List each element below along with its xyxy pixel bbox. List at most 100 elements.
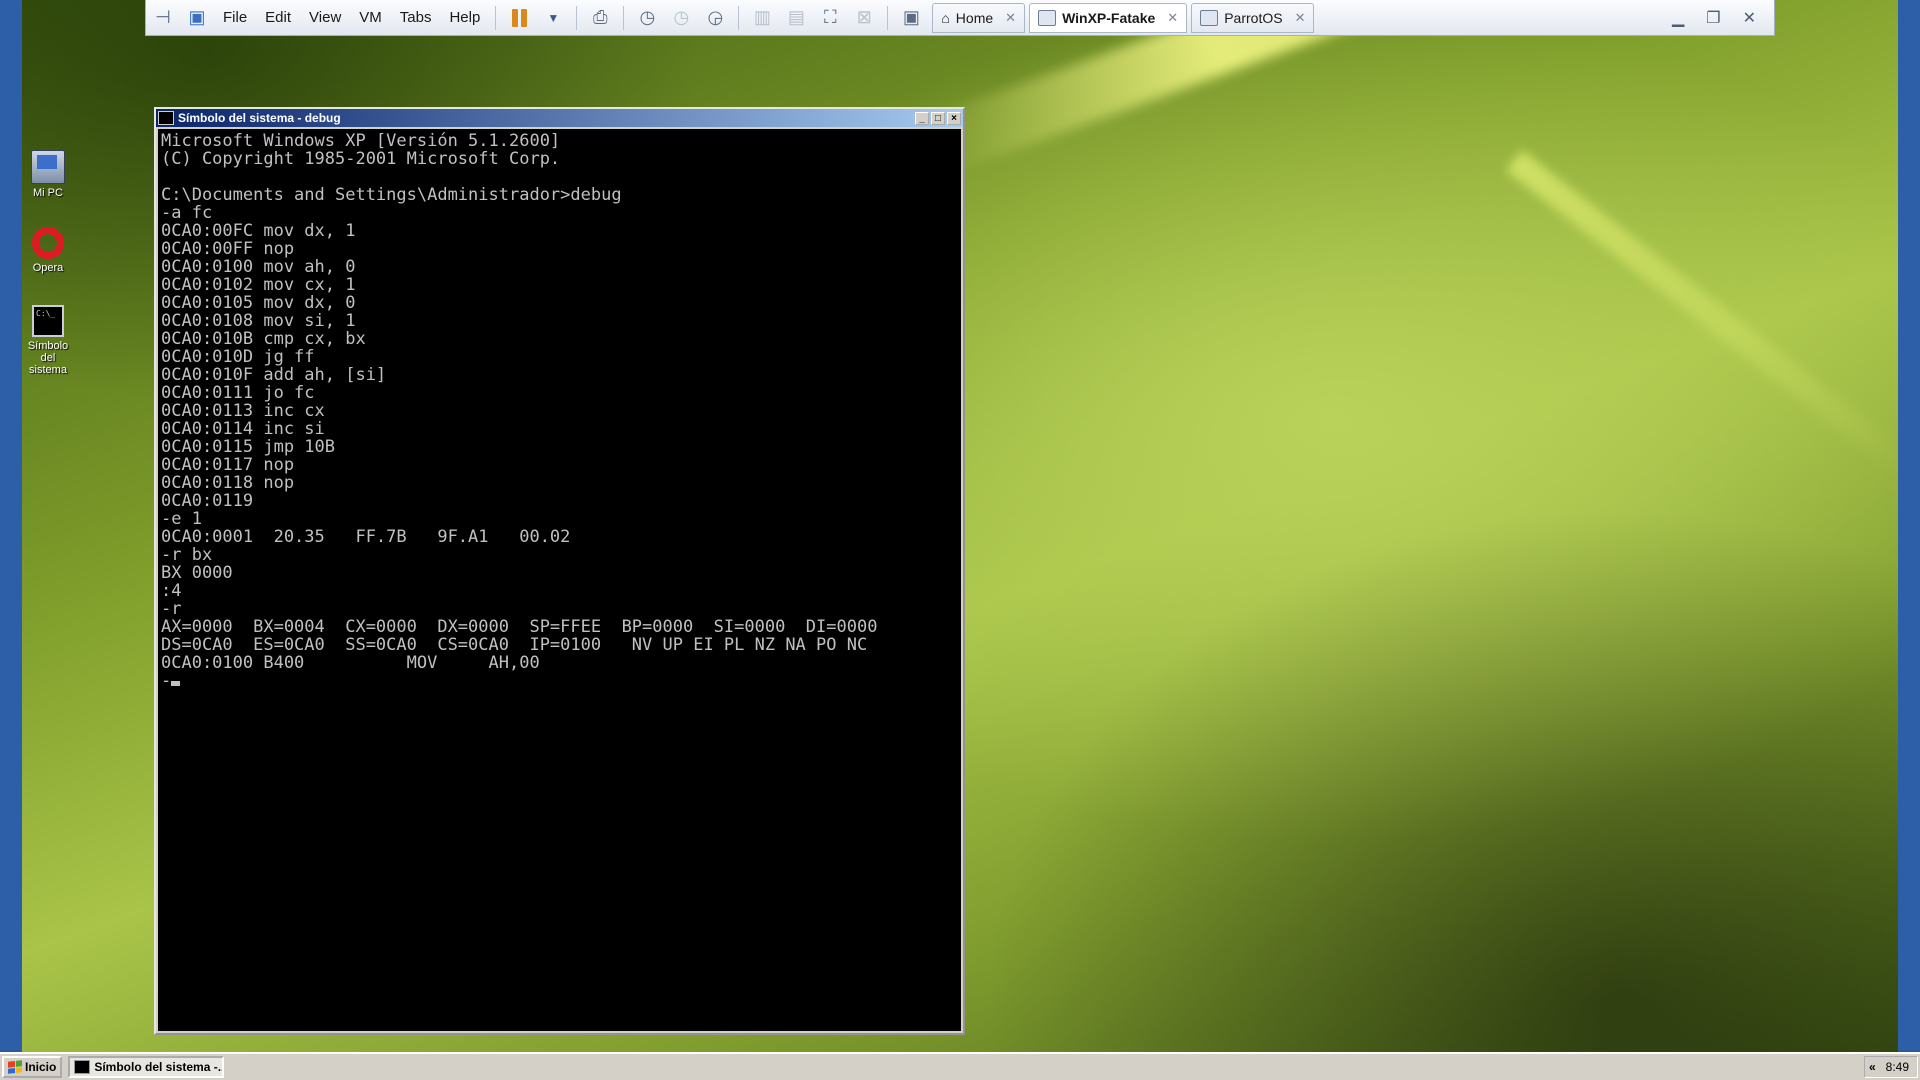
- minimize-icon[interactable]: ▁: [1672, 8, 1684, 28]
- host-frame-left: [0, 0, 22, 1050]
- vm-icon: [1200, 9, 1219, 26]
- console-line: 0CA0:010F add ah, [si]: [161, 365, 387, 385]
- windows-logo-icon: [8, 1060, 22, 1074]
- close-window-icon[interactable]: ✕: [1743, 8, 1756, 28]
- console-line: DS=0CA0 ES=0CA0 SS=0CA0 CS=0CA0 IP=0100 …: [161, 635, 868, 655]
- maximize-button[interactable]: □: [931, 111, 945, 125]
- console-line: 0CA0:0102 mov cx, 1: [161, 275, 356, 295]
- start-button[interactable]: Inicio: [2, 1056, 63, 1078]
- console-line: 0CA0:0118 nop: [161, 473, 295, 493]
- console-line: 0CA0:0113 inc cx: [161, 401, 325, 421]
- menu-edit[interactable]: Edit: [265, 9, 291, 26]
- taskbar-item-console[interactable]: Símbolo del sistema -...: [68, 1056, 225, 1078]
- menu-file[interactable]: File: [223, 9, 247, 26]
- console-line: -r bx: [161, 545, 213, 565]
- console-line: 0CA0:010B cmp cx, bx: [161, 329, 366, 349]
- text-cursor: [171, 681, 181, 686]
- command-prompt-icon: C:\_: [32, 305, 64, 337]
- close-icon[interactable]: ✕: [1005, 10, 1016, 26]
- tab-home[interactable]: ⌂ Home ✕: [932, 2, 1026, 33]
- send-keys-icon[interactable]: ⎙: [587, 5, 613, 31]
- console-line: BX 0000: [161, 563, 233, 583]
- revert-snapshot-icon[interactable]: ◷: [668, 5, 694, 31]
- wallpaper-leaf-vein-branch: [1505, 150, 1898, 479]
- chevron-down-icon[interactable]: ▼: [540, 5, 566, 31]
- console-line: 0CA0:0114 inc si: [161, 419, 325, 439]
- system-tray: « 8:49: [1863, 1056, 1918, 1078]
- opera-icon: [32, 227, 64, 259]
- console-line: C:\Documents and Settings\Administrador>…: [161, 185, 622, 205]
- console-line: 0CA0:0115 jmp 10B: [161, 437, 335, 457]
- console-line: 0CA0:0100 mov ah, 0: [161, 257, 356, 277]
- console-title-icon: [158, 111, 174, 125]
- desktop-icon-cmd[interactable]: C:\_ Símbolo del sistema: [22, 305, 74, 376]
- taskbar: Inicio Símbolo del sistema -... « 8:49: [0, 1052, 1920, 1080]
- console-line: -a fc: [161, 203, 213, 223]
- console-line: (C) Copyright 1985-2001 Microsoft Corp.: [161, 149, 561, 169]
- window-controls: ▁ ❐ ✕: [1672, 8, 1774, 28]
- console-line: 0CA0:00FF nop: [161, 239, 295, 259]
- console-line: 0CA0:0117 nop: [161, 455, 295, 475]
- toolbar-separator: [623, 5, 625, 30]
- console-line: -e 1: [161, 509, 202, 529]
- computer-icon: [31, 150, 65, 184]
- show-hidden-icons-button[interactable]: «: [1869, 1060, 1876, 1074]
- snapshot-manager-icon[interactable]: ◶: [702, 5, 728, 31]
- tab-label: Home: [955, 9, 994, 26]
- console-line: AX=0000 BX=0004 CX=0000 DX=0000 SP=FFEE …: [161, 617, 878, 637]
- desktop-icon-label: Mi PC: [33, 187, 63, 199]
- console-line: :4: [161, 581, 182, 601]
- toolbar-separator: [738, 5, 740, 30]
- desktop-icon-label: Opera: [32, 262, 64, 274]
- console-line: 0CA0:0105 mov dx, 0: [161, 293, 356, 313]
- console-output[interactable]: Microsoft Windows XP [Versión 5.1.2600](…: [158, 129, 961, 1031]
- console-line: -r: [161, 599, 182, 619]
- console-view-icon[interactable]: ▣: [898, 5, 924, 31]
- console-titlebar[interactable]: Símbolo del sistema - debug _ □ ×: [156, 109, 963, 127]
- console-line: -: [161, 672, 958, 690]
- console-line: 0CA0:0108 mov si, 1: [161, 311, 356, 331]
- menu-vm[interactable]: VM: [359, 9, 382, 26]
- unity-icon[interactable]: ⊠: [851, 5, 877, 31]
- console-line: 0CA0:0100 B400 MOV AH,00: [161, 653, 540, 673]
- console-window[interactable]: Símbolo del sistema - debug _ □ × Micros…: [154, 107, 965, 1035]
- menu-view[interactable]: View: [309, 9, 341, 26]
- console-line: 0CA0:010D jg ff: [161, 347, 315, 367]
- console-line: 0CA0:0111 jo fc: [161, 383, 315, 403]
- close-icon[interactable]: ✕: [1167, 10, 1178, 26]
- menu-help[interactable]: Help: [449, 9, 480, 26]
- snapshot-icon[interactable]: ◷: [634, 5, 660, 31]
- vm-icon: [1038, 9, 1057, 26]
- toolbar-separator: [887, 5, 889, 30]
- minimize-button[interactable]: _: [915, 111, 929, 125]
- fullscreen-icon[interactable]: ⛶: [817, 5, 843, 31]
- close-icon[interactable]: ✕: [1295, 10, 1306, 26]
- vmware-toolbar: ⊣ ▣ File Edit View VM Tabs Help ▼ ⎙ ◷ ◷ …: [145, 0, 1775, 36]
- toolbar-separator: [576, 5, 578, 30]
- console-line: Microsoft Windows XP [Versión 5.1.2600]: [161, 131, 561, 151]
- library-icon[interactable]: ▥: [749, 5, 775, 31]
- restore-icon[interactable]: ❐: [1706, 8, 1720, 28]
- console-line: 0CA0:0001 20.35 FF.7B 9F.A1 00.02: [161, 527, 571, 547]
- clock[interactable]: 8:49: [1886, 1060, 1909, 1074]
- taskbar-item-label: Símbolo del sistema -...: [94, 1060, 225, 1074]
- tab-label: ParrotOS: [1224, 9, 1283, 26]
- pin-icon[interactable]: ⊣: [150, 5, 176, 31]
- console-title: Símbolo del sistema - debug: [178, 111, 341, 125]
- desktop-icon-opera[interactable]: Opera: [22, 227, 74, 274]
- tab-parrotos[interactable]: ParrotOS ✕: [1191, 2, 1315, 33]
- console-line: 0CA0:00FC mov dx, 1: [161, 221, 356, 241]
- desktop-icon-mi-pc[interactable]: Mi PC: [22, 150, 74, 199]
- desktop-icon-label: Símbolo del sistema: [27, 340, 69, 376]
- tab-label: WinXP-Fatake: [1062, 9, 1156, 26]
- menu-tabs[interactable]: Tabs: [400, 9, 432, 26]
- host-frame-right: [1898, 0, 1920, 1050]
- tab-winxp-fatake[interactable]: WinXP-Fatake ✕: [1029, 2, 1188, 33]
- toolbar-separator: [495, 5, 497, 30]
- pause-icon[interactable]: [506, 5, 532, 31]
- close-button[interactable]: ×: [947, 111, 961, 125]
- vmware-logo-icon: ▣: [188, 7, 206, 27]
- thumbnail-icon[interactable]: ▤: [783, 5, 809, 31]
- home-icon: ⌂: [941, 9, 950, 26]
